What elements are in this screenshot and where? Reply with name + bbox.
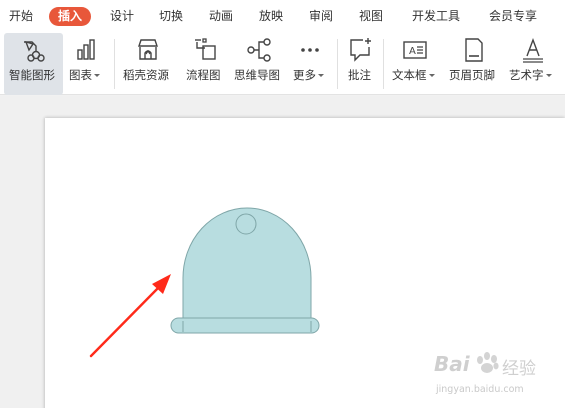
menu-tab-member[interactable]: 会员专享 — [489, 7, 537, 26]
flowchart-label: 流程图 — [186, 68, 221, 82]
bell-shape[interactable] — [170, 207, 320, 334]
docer-resources-label: 稻壳资源 — [123, 68, 169, 82]
flowchart-icon — [195, 38, 216, 60]
smart-graphic-label: 智能图形 — [9, 68, 55, 82]
menu-bar: 开始 插入 设计 切换 动画 放映 审阅 视图 开发工具 会员专享 — [0, 0, 565, 33]
bar-chart-icon — [77, 39, 95, 60]
mindmap-label: 思维导图 — [234, 68, 280, 82]
menu-tab-developer[interactable]: 开发工具 — [412, 7, 460, 26]
baidu-jingyan-watermark: Bai 经验 jingyan.baidu.com — [430, 346, 565, 408]
flowchart-button[interactable]: 流程图 — [182, 33, 228, 95]
mindmap-icon — [247, 38, 271, 62]
ribbon-separator — [337, 39, 338, 89]
mindmap-button[interactable]: 思维导图 — [231, 33, 287, 95]
menu-tab-slideshow[interactable]: 放映 — [259, 7, 283, 26]
watermark-brand: Bai — [434, 352, 470, 376]
chart-label: 图表 — [69, 67, 100, 83]
menu-tab-insert[interactable]: 插入 — [49, 7, 92, 26]
docer-resources-button[interactable]: 稻壳资源 — [120, 33, 178, 95]
ribbon-separator — [383, 39, 384, 89]
smart-graphic-icon — [24, 40, 45, 62]
menu-tab-transition[interactable]: 切换 — [159, 7, 183, 26]
header-footer-label: 页眉页脚 — [449, 68, 495, 82]
ribbon-separator — [114, 39, 115, 89]
menu-tab-review[interactable]: 审阅 — [309, 7, 333, 26]
chart-button[interactable]: 图表 — [66, 33, 106, 95]
wordart-icon — [523, 38, 543, 63]
textbox-icon: A — [403, 41, 427, 59]
watermark-url: jingyan.baidu.com — [436, 384, 524, 395]
textbox-label: 文本框 — [392, 67, 435, 83]
smart-graphic-button[interactable]: 智能图形 — [4, 33, 63, 95]
menu-tab-animation[interactable]: 动画 — [209, 7, 233, 26]
menu-tab-design[interactable]: 设计 — [110, 7, 134, 26]
watermark-brand-cn: 经验 — [502, 359, 536, 379]
menu-tab-view[interactable]: 视图 — [359, 7, 383, 26]
ribbon-toolbar: 智能图形 图表 稻壳资源 流程图 思维导图 更多 批注 A 文本框 页眉页脚 艺… — [0, 33, 565, 95]
annotation-arrow — [89, 274, 171, 358]
comment-add-icon — [350, 38, 371, 62]
header-footer-button[interactable]: 页眉页脚 — [445, 33, 503, 95]
comment-label: 批注 — [348, 68, 371, 82]
comment-button[interactable]: 批注 — [343, 33, 377, 95]
document-icon — [465, 38, 483, 62]
more-button[interactable]: 更多 — [290, 33, 330, 95]
textbox-button[interactable]: A 文本框 — [389, 33, 441, 95]
svg-text:A: A — [409, 46, 416, 57]
menu-tab-home[interactable]: 开始 — [9, 7, 33, 26]
store-icon — [138, 39, 158, 60]
more-label: 更多 — [293, 67, 324, 83]
wordart-label: 艺术字 — [509, 67, 552, 83]
wordart-button[interactable]: 艺术字 — [506, 33, 562, 95]
ellipsis-icon — [301, 48, 319, 52]
